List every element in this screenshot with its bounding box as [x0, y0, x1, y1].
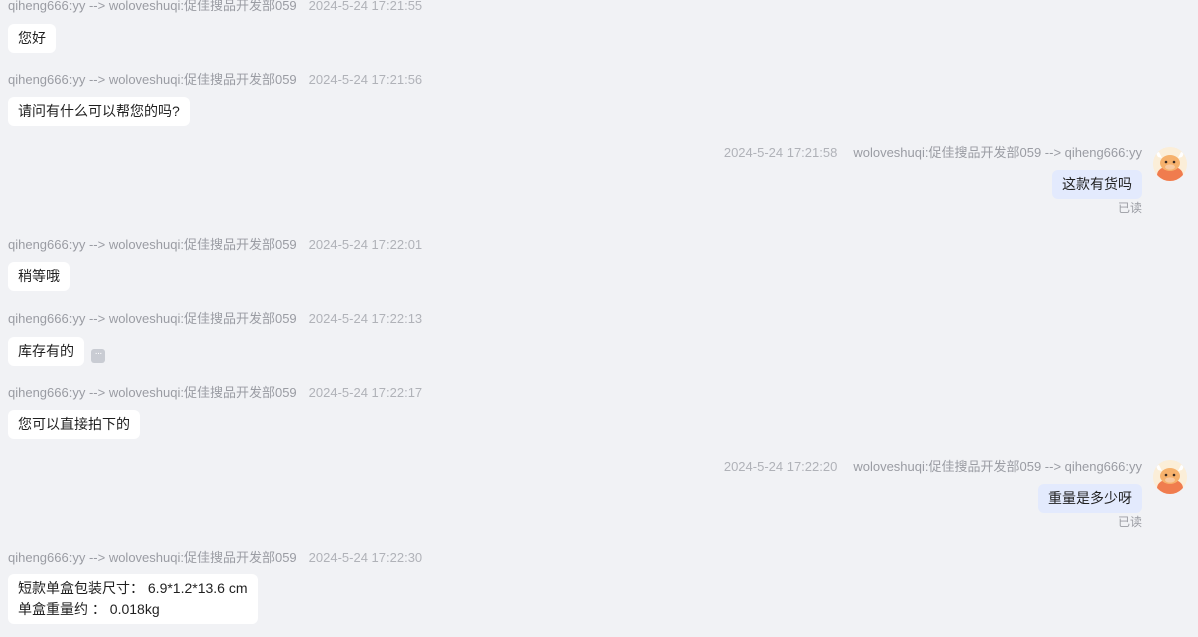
message-sender: qiheng666:yy --> woloveshuqi:促佳搜品开发部059 — [8, 550, 297, 565]
message-time: 2024-5-24 17:22:20 — [723, 459, 838, 474]
message-time: 2024-5-24 17:22:30 — [308, 550, 423, 565]
message-text: 您好 — [18, 30, 46, 46]
message-text: 您可以直接拍下的 — [18, 416, 130, 432]
message-text: 稍等哦 — [18, 268, 60, 284]
more-options-icon[interactable]: ··· — [91, 349, 105, 363]
read-status: 已读 — [1117, 515, 1142, 529]
outgoing-message-bubble[interactable]: 重量是多少呀 — [1038, 484, 1142, 513]
cow-avatar-icon[interactable] — [1153, 147, 1187, 181]
message-text: 请问有什么可以帮您的吗? — [18, 103, 180, 119]
message-header: qiheng666:yy --> woloveshuqi:促佳搜品开发部059 2… — [8, 550, 422, 566]
message-sender: qiheng666:yy --> woloveshuqi:促佳搜品开发部059 — [8, 0, 297, 13]
message-text: 库存有的 — [18, 343, 74, 359]
message-header: 2024-5-24 17:21:58 woloveshuqi:促佳搜品开发部059… — [724, 145, 1142, 161]
message-header: qiheng666:yy --> woloveshuqi:促佳搜品开发部059 2… — [8, 237, 422, 253]
outgoing-message-bubble[interactable]: 这款有货吗 — [1052, 170, 1142, 199]
chat-history-panel: qiheng666:yy --> woloveshuqi:促佳搜品开发部059 2… — [0, 0, 1198, 637]
incoming-message-bubble[interactable]: 稍等哦 — [8, 262, 70, 291]
message-time: 2024-5-24 17:21:56 — [308, 72, 423, 87]
message-text-line: 单盒重量约 ： 0.018kg — [18, 601, 160, 617]
incoming-message-bubble[interactable]: 请问有什么可以帮您的吗? — [8, 97, 190, 126]
message-header: qiheng666:yy --> woloveshuqi:促佳搜品开发部059 2… — [8, 0, 422, 14]
message-header: qiheng666:yy --> woloveshuqi:促佳搜品开发部059 2… — [8, 385, 422, 401]
read-status: 已读 — [1117, 201, 1142, 215]
message-text: 重量是多少呀 — [1048, 490, 1132, 506]
message-sender: woloveshuqi:促佳搜品开发部059 --> qiheng666:yy — [853, 145, 1142, 160]
message-time: 2024-5-24 17:22:01 — [308, 237, 423, 252]
message-sender: qiheng666:yy --> woloveshuqi:促佳搜品开发部059 — [8, 311, 297, 326]
message-sender: qiheng666:yy --> woloveshuqi:促佳搜品开发部059 — [8, 237, 297, 252]
incoming-message-bubble[interactable]: 库存有的 — [8, 337, 84, 366]
message-header: qiheng666:yy --> woloveshuqi:促佳搜品开发部059 2… — [8, 311, 422, 327]
message-text: 这款有货吗 — [1062, 176, 1132, 192]
message-sender: woloveshuqi:促佳搜品开发部059 --> qiheng666:yy — [853, 459, 1142, 474]
message-time: 2024-5-24 17:22:17 — [308, 385, 423, 400]
message-header: 2024-5-24 17:22:20 woloveshuqi:促佳搜品开发部059… — [724, 459, 1142, 475]
message-sender: qiheng666:yy --> woloveshuqi:促佳搜品开发部059 — [8, 385, 297, 400]
message-time: 2024-5-24 17:21:58 — [723, 145, 838, 160]
message-time: 2024-5-24 17:21:55 — [308, 0, 423, 13]
incoming-message-bubble[interactable]: 您好 — [8, 24, 56, 53]
incoming-message-bubble[interactable]: 您可以直接拍下的 — [8, 410, 140, 439]
message-time: 2024-5-24 17:22:13 — [308, 311, 423, 326]
incoming-message-bubble[interactable]: 短款单盒包装尺寸： 6.9*1.2*13.6 cm 单盒重量约 ： 0.018k… — [8, 574, 258, 624]
cow-avatar-icon[interactable] — [1153, 460, 1187, 494]
message-sender: qiheng666:yy --> woloveshuqi:促佳搜品开发部059 — [8, 72, 297, 87]
message-header: qiheng666:yy --> woloveshuqi:促佳搜品开发部059 2… — [8, 72, 422, 88]
message-text-line: 短款单盒包装尺寸： 6.9*1.2*13.6 cm — [18, 580, 248, 596]
